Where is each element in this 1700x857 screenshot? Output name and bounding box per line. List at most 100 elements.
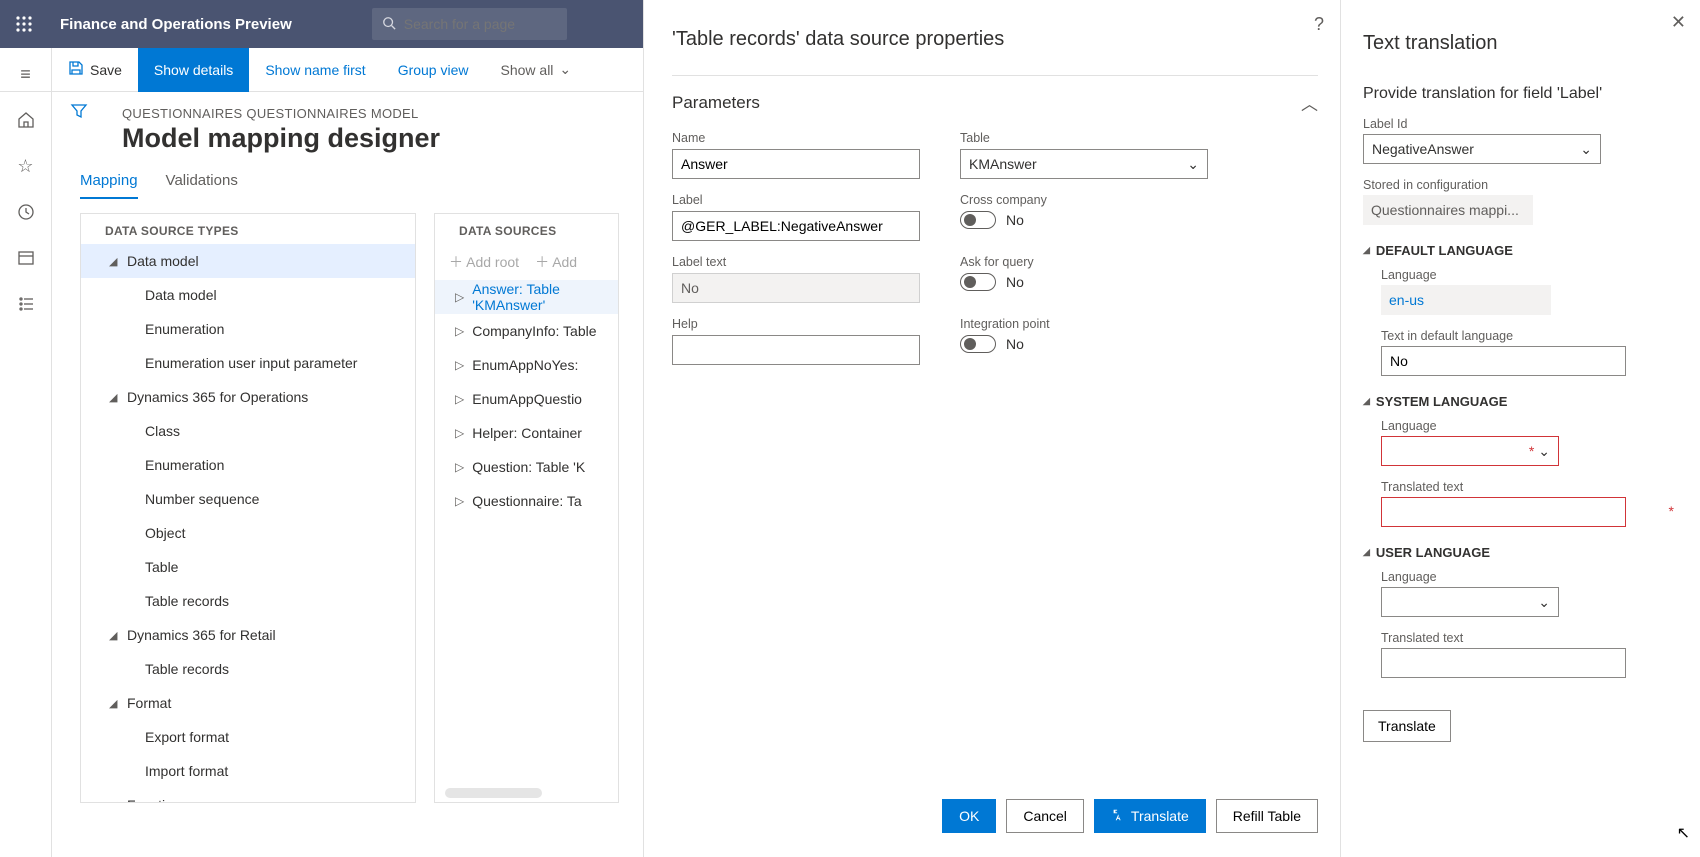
stored-in-config-value: Questionnaires mappi...	[1363, 195, 1533, 225]
app-title: Finance and Operations Preview	[60, 16, 292, 33]
ds-type-data-model-child[interactable]: Data model	[81, 278, 415, 312]
add-button[interactable]: ＋ Add	[535, 252, 577, 272]
data-source-types-panel: DATA SOURCE TYPES ◢Data model Data model…	[80, 213, 416, 803]
ds-type-table[interactable]: Table	[81, 550, 415, 584]
ds-item-questionnaire[interactable]: ▷Questionnaire: Ta	[435, 484, 618, 518]
ds-type-format[interactable]: ◢Format	[81, 686, 415, 720]
section-user-language[interactable]: USER LANGUAGE	[1363, 545, 1682, 560]
ok-button[interactable]: OK	[942, 799, 996, 833]
ds-type-number-sequence[interactable]: Number sequence	[81, 482, 415, 516]
text-default-input[interactable]	[1381, 346, 1626, 376]
ds-type-functions[interactable]: ◢Functions	[81, 788, 415, 803]
system-language-select[interactable]: * ⌄	[1381, 436, 1559, 466]
label-id-select[interactable]: NegativeAnswer ⌄	[1363, 134, 1601, 164]
toggle-integration-point[interactable]	[960, 335, 996, 353]
ds-item-answer[interactable]: ▷Answer: Table 'KMAnswer'	[435, 280, 618, 314]
section-parameters-header[interactable]: Parameters ︿	[672, 90, 1318, 115]
left-icon-rail: ≡ ☆	[0, 48, 52, 857]
filter-icon[interactable]	[70, 102, 88, 125]
ds-type-d365fo[interactable]: ◢Dynamics 365 for Operations	[81, 380, 415, 414]
toggle-cross-company[interactable]	[960, 211, 996, 229]
chevron-down-icon: ⌄	[559, 61, 571, 78]
show-all-button[interactable]: Show all ⌄	[485, 48, 588, 92]
stored-in-config-label: Stored in configuration	[1363, 178, 1682, 192]
user-language-select[interactable]: ⌄	[1381, 587, 1559, 617]
ds-type-object[interactable]: Object	[81, 516, 415, 550]
star-icon[interactable]: ☆	[16, 156, 36, 176]
section-system-language[interactable]: SYSTEM LANGUAGE	[1363, 394, 1682, 409]
expand-icon: ▷	[455, 460, 464, 474]
dialog-title: 'Table records' data source properties	[672, 28, 1318, 51]
cancel-button[interactable]: Cancel	[1006, 799, 1084, 833]
search-icon	[382, 16, 396, 33]
label-label: Label	[672, 193, 920, 207]
tab-mapping[interactable]: Mapping	[80, 172, 138, 199]
clock-icon[interactable]	[16, 202, 36, 222]
ds-item-helper[interactable]: ▷Helper: Container	[435, 416, 618, 450]
ds-type-export-format[interactable]: Export format	[81, 720, 415, 754]
ds-header: DATA SOURCES	[435, 214, 618, 244]
label-name: Name	[672, 131, 920, 145]
system-translated-input[interactable]	[1381, 497, 1626, 527]
ds-item-company[interactable]: ▷CompanyInfo: Table	[435, 314, 618, 348]
default-language-value[interactable]: en-us	[1381, 285, 1551, 315]
chevron-up-icon: ︿	[1301, 90, 1318, 115]
show-details-button[interactable]: Show details	[138, 48, 249, 92]
ds-type-enumeration[interactable]: Enumeration	[81, 312, 415, 346]
ds-type-class[interactable]: Class	[81, 414, 415, 448]
chevron-down-icon: ⌄	[1187, 156, 1199, 173]
user-translated-label: Translated text	[1381, 631, 1682, 645]
search-input[interactable]	[404, 16, 585, 32]
input-help[interactable]	[672, 335, 920, 365]
expand-icon: ▷	[455, 290, 464, 304]
section-default-language[interactable]: DEFAULT LANGUAGE	[1363, 243, 1682, 258]
ds-item-enum-q[interactable]: ▷EnumAppQuestio	[435, 382, 618, 416]
ds-type-d365retail[interactable]: ◢Dynamics 365 for Retail	[81, 618, 415, 652]
modules-icon[interactable]	[16, 294, 36, 314]
ds-type-table-records[interactable]: Table records	[81, 584, 415, 618]
expand-icon: ▷	[455, 358, 464, 372]
ds-item-enum-yes[interactable]: ▷EnumAppNoYes:	[435, 348, 618, 382]
add-root-button[interactable]: ＋ Add root	[449, 252, 519, 272]
chevron-down-icon: ⌄	[1538, 594, 1550, 611]
horizontal-scrollbar[interactable]	[445, 788, 542, 798]
save-icon	[68, 60, 84, 79]
toggle-ask-for-query[interactable]	[960, 273, 996, 291]
home-icon[interactable]	[16, 110, 36, 130]
chevron-down-icon: ⌄	[1580, 141, 1592, 158]
select-table[interactable]: KMAnswer ⌄	[960, 149, 1208, 179]
ds-type-enumeration2[interactable]: Enumeration	[81, 448, 415, 482]
label-integration-point: Integration point	[960, 317, 1208, 331]
ds-type-import-format[interactable]: Import format	[81, 754, 415, 788]
label-table: Table	[960, 131, 1208, 145]
ds-type-enum-user-input[interactable]: Enumeration user input parameter	[81, 346, 415, 380]
data-sources-panel: DATA SOURCES ＋ Add root ＋ Add ▷Answer: T…	[434, 213, 619, 803]
workspace-icon[interactable]	[16, 248, 36, 268]
search-box[interactable]	[372, 8, 567, 40]
input-label[interactable]	[672, 211, 920, 241]
input-name[interactable]	[672, 149, 920, 179]
translation-subtitle: Provide translation for field 'Label'	[1363, 85, 1682, 103]
system-translated-label: Translated text	[1381, 480, 1682, 494]
tab-validations[interactable]: Validations	[166, 172, 238, 199]
default-language-label: Language	[1381, 268, 1682, 282]
ds-item-question[interactable]: ▷Question: Table 'K	[435, 450, 618, 484]
close-icon[interactable]: ✕	[1671, 12, 1686, 33]
hamburger-icon[interactable]: ≡	[16, 64, 36, 84]
refill-table-button[interactable]: Refill Table	[1216, 799, 1318, 833]
properties-dialog: ? 'Table records' data source properties…	[643, 0, 1346, 857]
help-icon[interactable]: ?	[1314, 14, 1324, 35]
translate-action-button[interactable]: Translate	[1363, 710, 1451, 742]
group-view-button[interactable]: Group view	[382, 48, 485, 92]
text-default-label: Text in default language	[1381, 329, 1682, 343]
show-name-first-button[interactable]: Show name first	[249, 48, 381, 92]
translate-button[interactable]: Translate	[1094, 799, 1206, 833]
user-translated-input[interactable]	[1381, 648, 1626, 678]
ds-types-header: DATA SOURCE TYPES	[81, 214, 415, 244]
waffle-icon[interactable]	[8, 8, 40, 40]
input-label-text	[672, 273, 920, 303]
ds-type-data-model[interactable]: ◢Data model	[81, 244, 415, 278]
save-button[interactable]: Save	[52, 48, 138, 92]
expand-icon: ▷	[455, 426, 464, 440]
ds-type-table-records2[interactable]: Table records	[81, 652, 415, 686]
